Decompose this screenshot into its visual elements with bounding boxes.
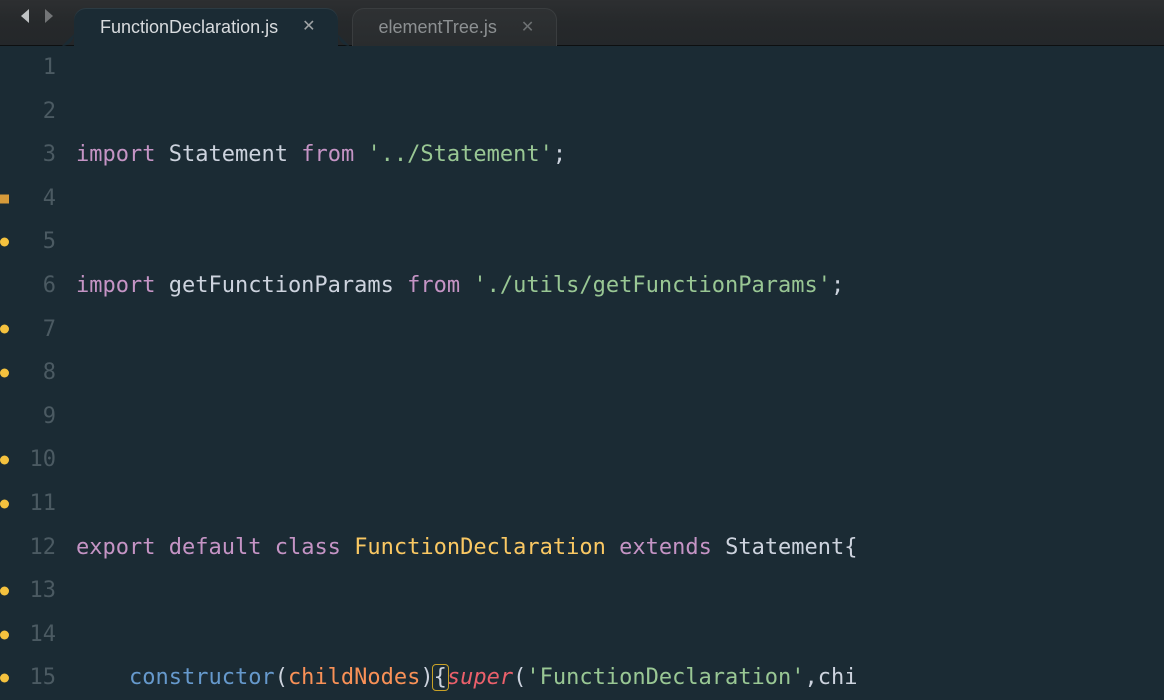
code-line: import getFunctionParams from './utils/g… <box>76 264 1164 308</box>
gutter-marker-icon <box>0 194 9 203</box>
line-number: 11 <box>0 482 56 526</box>
line-number: 13 <box>0 569 56 613</box>
gutter-marker-icon <box>0 630 9 639</box>
nav-back-icon[interactable] <box>18 5 32 30</box>
line-number: 9 <box>0 395 56 439</box>
nav-forward-icon[interactable] <box>42 5 56 30</box>
code-area[interactable]: import Statement from '../Statement'; im… <box>64 46 1164 700</box>
code-line: constructor(childNodes){super('FunctionD… <box>76 656 1164 700</box>
close-icon[interactable]: ✕ <box>521 20 534 36</box>
gutter: 1 2 3 4 5 6 7 8 9 10 11 12 13 14 15 <box>0 46 64 700</box>
gutter-marker-icon <box>0 456 9 465</box>
close-icon[interactable]: ✕ <box>302 19 315 35</box>
title-bar: FunctionDeclaration.js ✕ elementTree.js … <box>0 0 1164 46</box>
gutter-marker-icon <box>0 499 9 508</box>
line-number: 2 <box>0 90 56 134</box>
gutter-marker-icon <box>0 368 9 377</box>
gutter-marker-icon <box>0 325 9 334</box>
line-number: 15 <box>0 656 56 700</box>
tab-label: FunctionDeclaration.js <box>100 17 278 38</box>
line-number: 6 <box>0 264 56 308</box>
editor[interactable]: 1 2 3 4 5 6 7 8 9 10 11 12 13 14 15 impo… <box>0 46 1164 700</box>
code-line: import Statement from '../Statement'; <box>76 133 1164 177</box>
line-number: 8 <box>0 351 56 395</box>
code-line <box>76 395 1164 439</box>
line-number: 10 <box>0 438 56 482</box>
line-number: 5 <box>0 220 56 264</box>
line-number: 1 <box>0 46 56 90</box>
line-number: 14 <box>0 613 56 657</box>
line-number: 4 <box>0 177 56 221</box>
tab-bar: FunctionDeclaration.js ✕ elementTree.js … <box>74 0 571 45</box>
tab-label: elementTree.js <box>379 17 497 38</box>
gutter-marker-icon <box>0 674 9 683</box>
line-number: 7 <box>0 308 56 352</box>
gutter-marker-icon <box>0 238 9 247</box>
tab-active[interactable]: FunctionDeclaration.js ✕ <box>74 8 338 46</box>
nav-arrows <box>0 0 74 45</box>
line-number: 3 <box>0 133 56 177</box>
tab-inactive[interactable]: elementTree.js ✕ <box>352 8 558 46</box>
line-number: 12 <box>0 526 56 570</box>
code-line: export default class FunctionDeclaration… <box>76 526 1164 570</box>
gutter-marker-icon <box>0 586 9 595</box>
